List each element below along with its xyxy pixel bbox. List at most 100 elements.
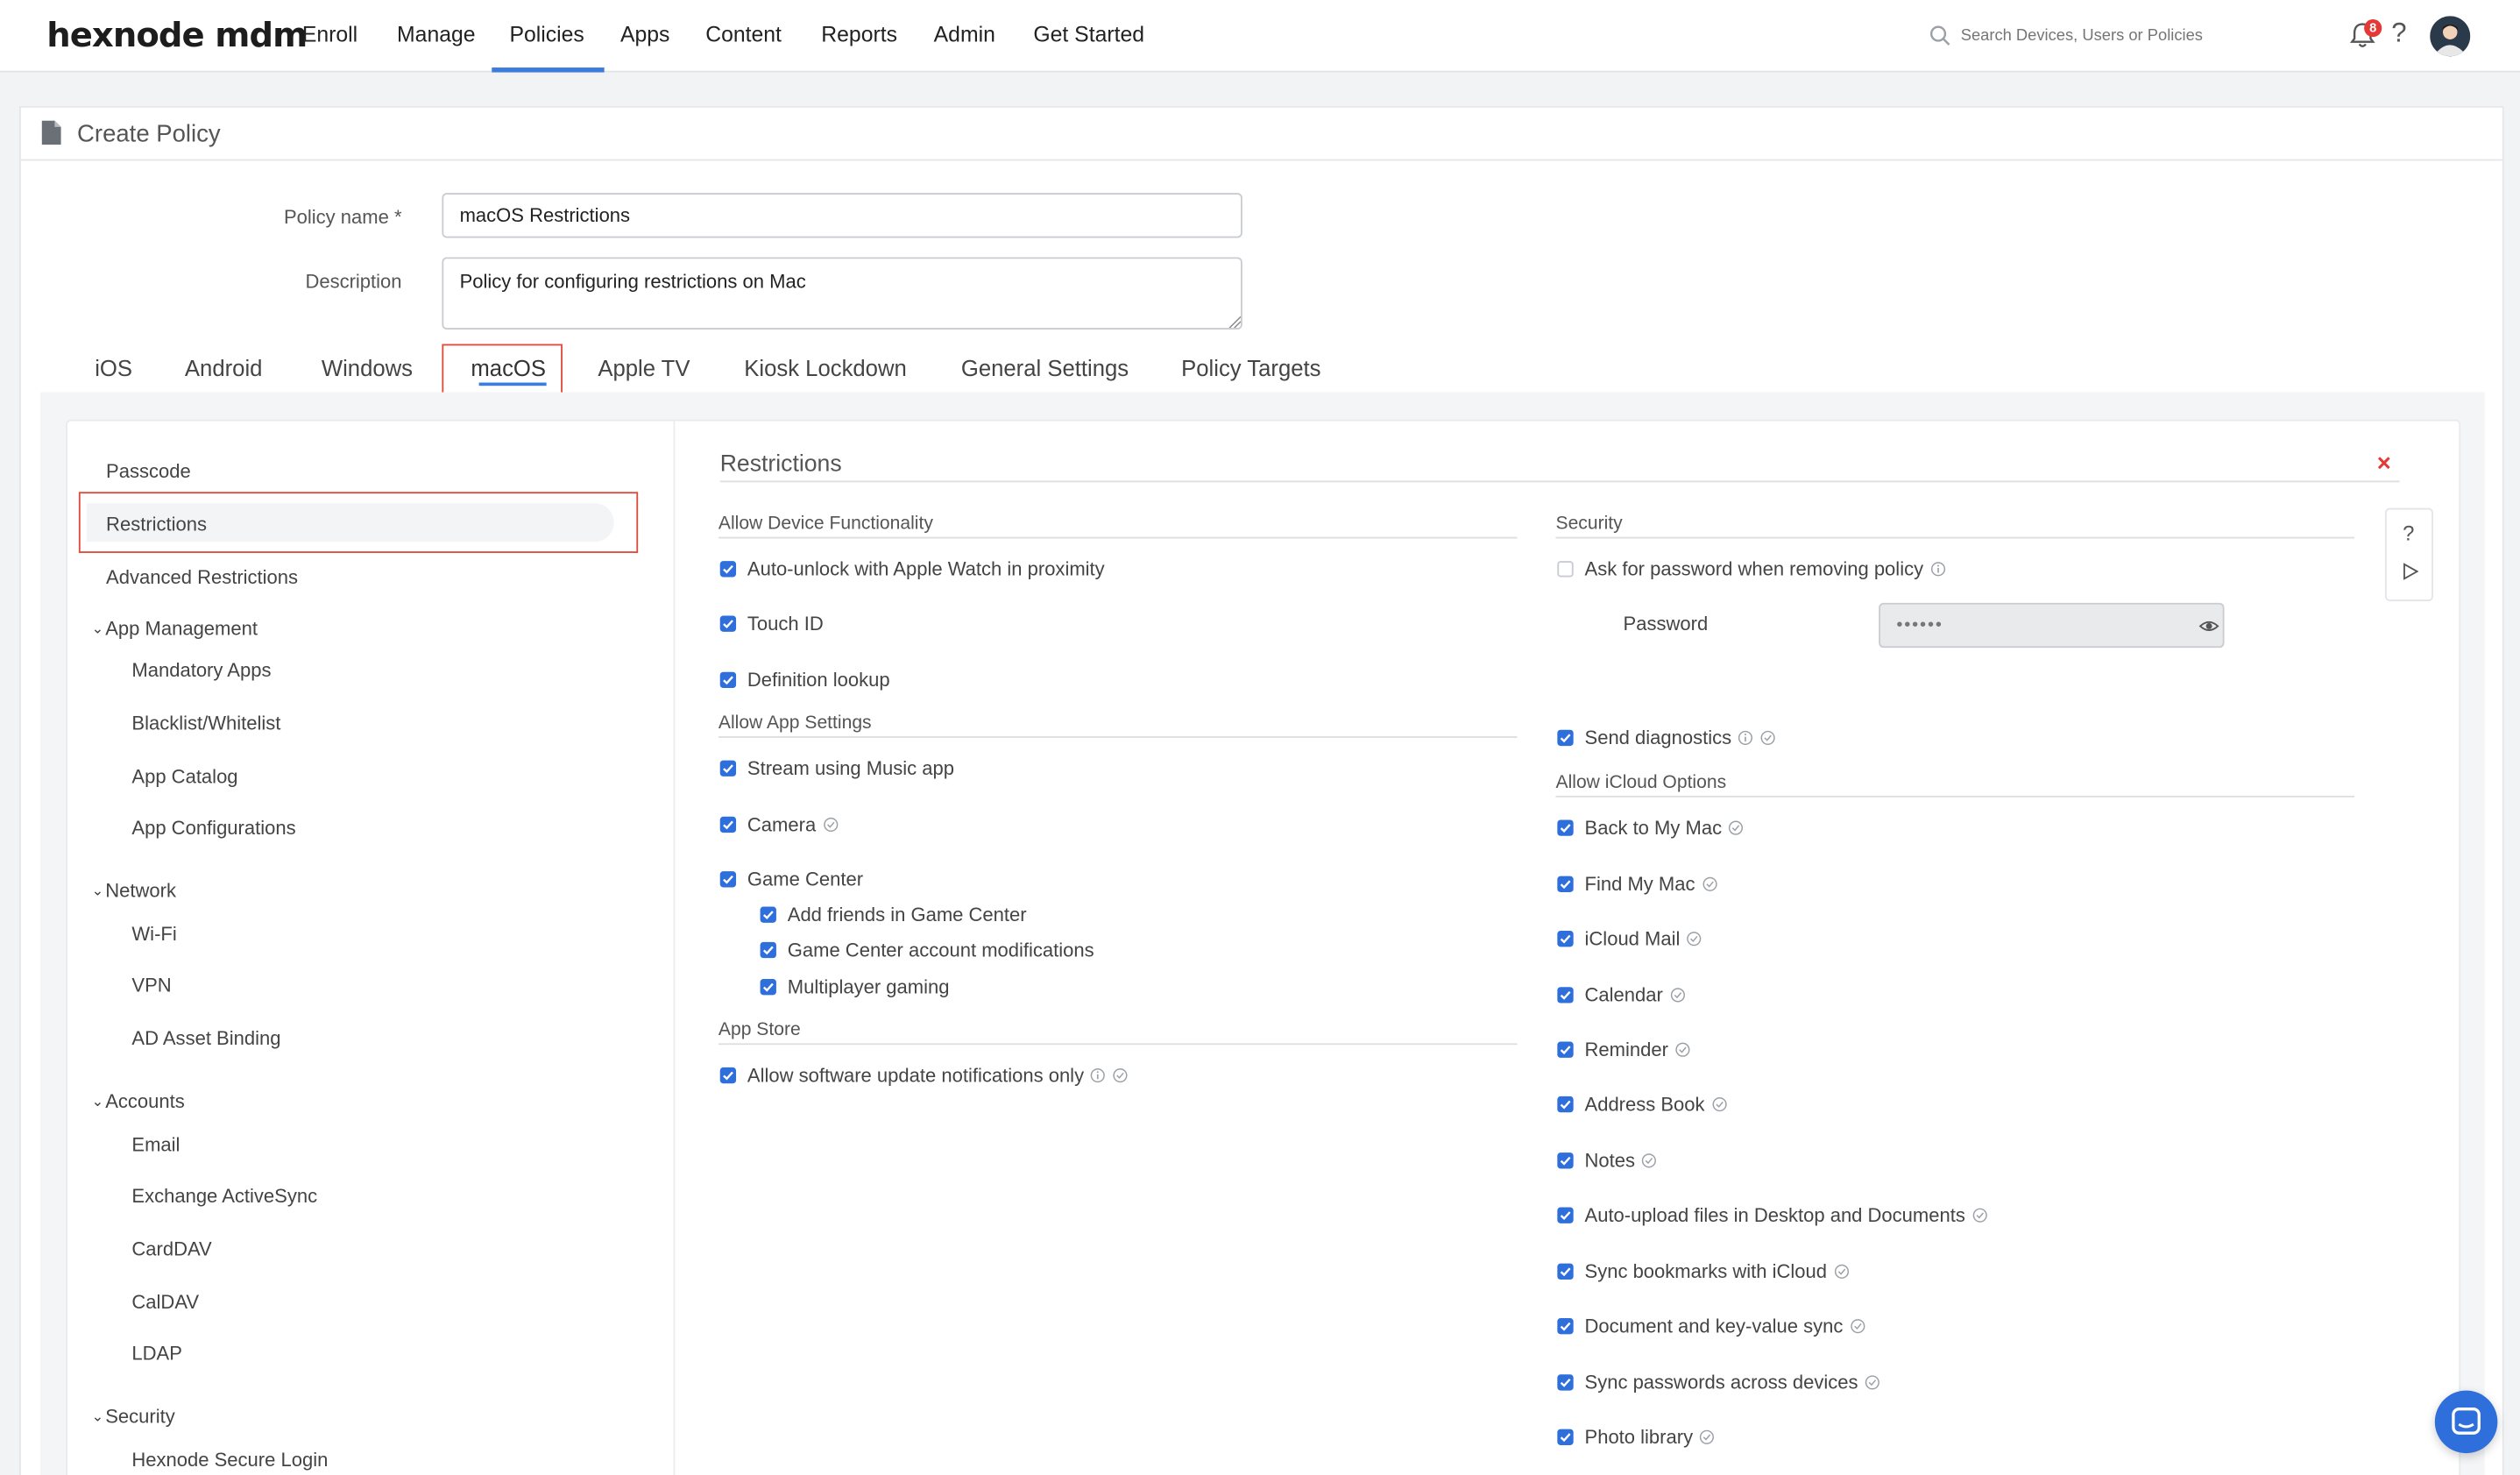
tab-android[interactable]: Android bbox=[185, 355, 263, 380]
checkbox-row[interactable]: Send diagnostics bbox=[1557, 727, 1776, 749]
tab-policy-targets[interactable]: Policy Targets bbox=[1181, 355, 1320, 380]
checkbox-row[interactable]: Find My Mac bbox=[1557, 873, 1717, 896]
checkbox-checked[interactable] bbox=[719, 816, 737, 833]
checkbox-row[interactable]: Multiplayer gaming bbox=[760, 975, 949, 998]
checkbox-row[interactable]: Auto-upload files in Desktop and Documen… bbox=[1557, 1204, 1987, 1226]
checkbox-checked[interactable] bbox=[719, 561, 737, 578]
checkbox-row[interactable]: Calendar bbox=[1557, 984, 1685, 1006]
checkbox-checked[interactable] bbox=[1557, 1318, 1574, 1335]
sidebar-group-network[interactable]: ⌄ Network bbox=[92, 879, 176, 902]
play-icon[interactable] bbox=[2401, 563, 2419, 580]
eye-icon[interactable] bbox=[2198, 615, 2219, 636]
sidebar-item-app-configurations[interactable]: App Configurations bbox=[131, 817, 295, 840]
checkbox-row[interactable]: Stream using Music app bbox=[719, 757, 954, 780]
checkbox-checked[interactable] bbox=[1557, 876, 1574, 892]
sidebar-item-ad-asset-binding[interactable]: AD Asset Binding bbox=[131, 1027, 280, 1050]
sidebar-item-passcode[interactable]: Passcode bbox=[106, 460, 191, 483]
nav-enroll[interactable]: Enroll bbox=[302, 23, 357, 47]
sidebar-item-mandatory-apps[interactable]: Mandatory Apps bbox=[131, 659, 271, 682]
checkbox-row[interactable]: Allow software update notifications only bbox=[719, 1064, 1129, 1087]
sidebar-item-vpn[interactable]: VPN bbox=[131, 975, 171, 997]
checkbox-row[interactable]: Notes bbox=[1557, 1149, 1657, 1172]
checkbox-checked[interactable] bbox=[1557, 1374, 1574, 1391]
checkbox-checked[interactable] bbox=[1557, 1041, 1574, 1058]
search-input[interactable] bbox=[1960, 20, 2315, 50]
checkbox-row[interactable]: iCloud Mail bbox=[1557, 927, 1702, 950]
help-icon[interactable]: ? bbox=[2391, 18, 2406, 50]
nav-get-started[interactable]: Get Started bbox=[1033, 23, 1144, 47]
checkbox-checked[interactable] bbox=[1557, 819, 1574, 836]
checkbox-row[interactable]: Reminder bbox=[1557, 1039, 1690, 1061]
checkbox-row[interactable]: Definition lookup bbox=[719, 669, 890, 691]
tab-ios[interactable]: iOS bbox=[95, 355, 132, 380]
nav-apps[interactable]: Apps bbox=[620, 23, 669, 47]
hexnode-logo[interactable]: hexnode mdm bbox=[46, 16, 308, 54]
sidebar-group-security[interactable]: ⌄ Security bbox=[92, 1405, 175, 1428]
checkbox-checked[interactable] bbox=[1557, 729, 1574, 747]
info-icon[interactable] bbox=[1738, 730, 1754, 746]
checkbox-row[interactable]: Photo library bbox=[1557, 1426, 1715, 1449]
checkbox-checked[interactable] bbox=[719, 671, 737, 689]
sidebar-item-hexnode-secure-login[interactable]: Hexnode Secure Login bbox=[131, 1449, 328, 1471]
checkbox-checked[interactable] bbox=[1557, 987, 1574, 1003]
sidebar-item-carddav[interactable]: CardDAV bbox=[131, 1237, 211, 1260]
tab-apple-tv[interactable]: Apple TV bbox=[598, 355, 690, 380]
nav-manage[interactable]: Manage bbox=[397, 23, 476, 47]
checkbox-checked[interactable] bbox=[1557, 1096, 1574, 1113]
chat-button[interactable] bbox=[2434, 1390, 2498, 1454]
checkbox-checked[interactable] bbox=[1557, 931, 1574, 947]
tab-windows[interactable]: Windows bbox=[322, 355, 413, 380]
sidebar-item-wifi[interactable]: Wi-Fi bbox=[131, 923, 176, 946]
checkbox-row[interactable]: Document and key-value sync bbox=[1557, 1315, 1865, 1337]
sidebar-item-exchange-activesync[interactable]: Exchange ActiveSync bbox=[131, 1185, 317, 1208]
nav-reports[interactable]: Reports bbox=[821, 23, 897, 47]
tab-general-settings[interactable]: General Settings bbox=[961, 355, 1129, 380]
info-icon[interactable] bbox=[1090, 1067, 1106, 1083]
checkbox-unchecked[interactable] bbox=[1557, 561, 1574, 578]
sidebar-item-app-catalog[interactable]: App Catalog bbox=[131, 765, 237, 788]
sidebar-item-advanced-restrictions[interactable]: Advanced Restrictions bbox=[106, 566, 298, 589]
nav-policies[interactable]: Policies bbox=[509, 23, 584, 47]
checkbox-checked[interactable] bbox=[719, 615, 737, 632]
checkbox-row[interactable]: Touch ID bbox=[719, 613, 824, 635]
checkbox-row[interactable]: Back to My Mac bbox=[1557, 817, 1744, 839]
sidebar-group-accounts[interactable]: ⌄ Accounts bbox=[92, 1090, 185, 1113]
checkmark-icon bbox=[723, 820, 733, 830]
checkbox-row[interactable]: Sync passwords across devices bbox=[1557, 1372, 1880, 1393]
checkbox-row[interactable]: Game Center bbox=[719, 868, 863, 890]
checkbox-checked[interactable] bbox=[760, 941, 776, 959]
help-icon[interactable]: ? bbox=[2403, 521, 2414, 545]
checkbox-checked[interactable] bbox=[1557, 1207, 1574, 1223]
resize-grip-icon[interactable] bbox=[1228, 316, 1242, 329]
checkbox-checked[interactable] bbox=[719, 760, 737, 777]
sidebar-item-caldav[interactable]: CalDAV bbox=[131, 1291, 199, 1314]
checkbox-checked[interactable] bbox=[1557, 1152, 1574, 1169]
checkbox-row[interactable]: Address Book bbox=[1557, 1093, 1727, 1116]
sidebar-item-ldap[interactable]: LDAP bbox=[131, 1343, 182, 1365]
checkbox-checked[interactable] bbox=[760, 906, 776, 923]
info-icon[interactable] bbox=[1929, 561, 1945, 577]
password-input[interactable] bbox=[1879, 602, 2225, 649]
checkbox-checked[interactable] bbox=[719, 1067, 737, 1084]
nav-admin[interactable]: Admin bbox=[934, 23, 995, 47]
supervised-check-icon bbox=[1114, 1068, 1129, 1083]
checkbox-checked[interactable] bbox=[760, 979, 776, 996]
sidebar-item-blacklist-whitelist[interactable]: Blacklist/Whitelist bbox=[131, 713, 280, 735]
checkbox-row[interactable]: Add friends in Game Center bbox=[760, 904, 1027, 925]
checkbox-row[interactable]: Camera bbox=[719, 813, 839, 836]
checkbox-row[interactable]: Auto-unlock with Apple Watch in proximit… bbox=[719, 557, 1105, 580]
sidebar-item-email[interactable]: Email bbox=[131, 1133, 180, 1156]
description-textarea[interactable]: Policy for configuring restrictions on M… bbox=[442, 257, 1242, 330]
tab-kiosk-lockdown[interactable]: Kiosk Lockdown bbox=[744, 355, 907, 380]
checkbox-row[interactable]: Sync bookmarks with iCloud bbox=[1557, 1260, 1849, 1283]
sidebar-group-app-management[interactable]: ⌄ App Management bbox=[92, 617, 258, 640]
checkbox-checked[interactable] bbox=[1557, 1429, 1574, 1445]
policy-name-input[interactable] bbox=[442, 193, 1242, 238]
checkbox-checked[interactable] bbox=[1557, 1263, 1574, 1280]
checkbox-row[interactable]: Ask for password when removing policy bbox=[1557, 557, 1945, 580]
checkbox-row[interactable]: Game Center account modifications bbox=[760, 939, 1094, 961]
nav-content[interactable]: Content bbox=[705, 23, 782, 47]
checkbox-checked[interactable] bbox=[719, 871, 737, 888]
avatar[interactable] bbox=[2430, 16, 2471, 57]
close-icon[interactable]: × bbox=[2377, 450, 2391, 478]
